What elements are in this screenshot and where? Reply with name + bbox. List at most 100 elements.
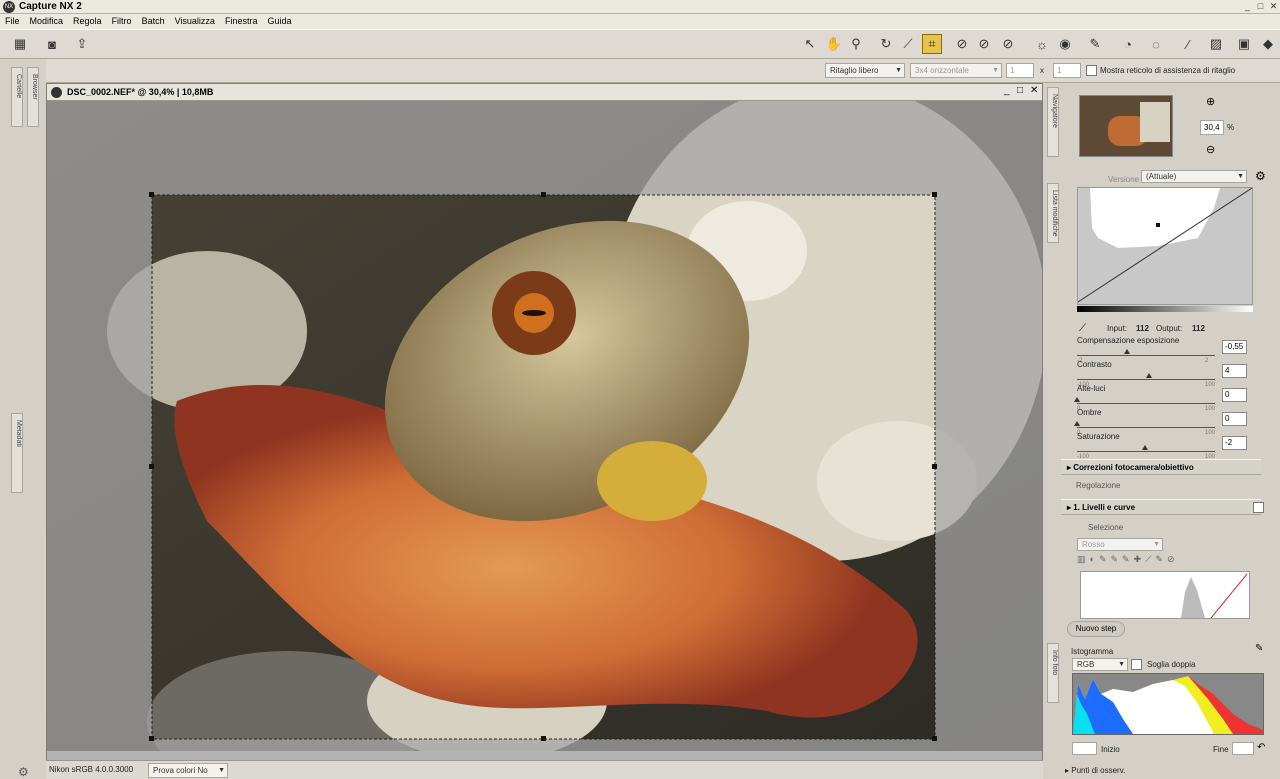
hand-tool-icon[interactable]: ✋ (824, 34, 844, 54)
crop-ratio-value: Ritaglio libero (830, 66, 879, 75)
lasso-icon[interactable]: ▣ (1234, 34, 1254, 54)
tab-info-foto[interactable]: Info foto (1047, 643, 1059, 703)
histogram-channel-select[interactable]: RGB ▼ (1072, 658, 1128, 671)
minimize-icon[interactable]: _ (1242, 1, 1253, 12)
livelli-section[interactable]: ▸ 1. Livelli e curve (1061, 499, 1261, 515)
neutral-point-icon[interactable]: ⊘ (974, 34, 994, 54)
crop-height-input[interactable]: 1 (1053, 63, 1081, 78)
slider-value-input[interactable]: -0,55 (1222, 340, 1247, 354)
straighten-tool-icon[interactable]: ⟋ (898, 34, 918, 54)
export-icon[interactable]: ⇪ (72, 34, 92, 54)
doc-maximize-icon[interactable]: □ (1017, 85, 1023, 96)
correzioni-section[interactable]: ▸ Correzioni fotocamera/obiettivo (1061, 459, 1261, 475)
fine-input[interactable] (1232, 742, 1254, 755)
levels-graph[interactable] (1080, 571, 1250, 619)
curve-tool-icon[interactable]: ⟋ (1079, 323, 1086, 334)
zoom-tool-icon[interactable]: ⚲ (846, 34, 866, 54)
livelli-enabled-checkbox[interactable] (1253, 502, 1264, 513)
slider-value-input[interactable]: 4 (1222, 364, 1247, 378)
levels-tool-icons[interactable]: ▥◐✎✎✎✚⟋✎⊘ (1077, 554, 1257, 568)
selection-brush-icon[interactable]: ◌ (1146, 34, 1166, 54)
title-bar: NX Capture NX 2 _ □ ✕ (0, 0, 1280, 14)
black-point-icon[interactable]: ⊘ (952, 34, 972, 54)
inizio-input[interactable] (1072, 742, 1097, 755)
eye-icon[interactable]: ◉ (1055, 34, 1075, 54)
arrow-tool-icon[interactable]: ↖ (800, 34, 820, 54)
gradient-icon[interactable]: ▨ (1206, 34, 1226, 54)
menu-finestra[interactable]: Finestra (220, 14, 263, 29)
zoom-out-icon[interactable]: ⊖ (1206, 143, 1215, 156)
zoom-input[interactable]: 30,4 (1200, 120, 1224, 135)
tab-metadati[interactable]: Metadati (11, 413, 23, 493)
channel-value: Rosso (1082, 540, 1105, 549)
slider-max: 100 (1205, 406, 1216, 412)
tab-cartelle[interactable]: Cartelle (11, 67, 23, 127)
tab-browser[interactable]: Browser (27, 67, 39, 127)
slider-label: Contrasto (1077, 360, 1112, 369)
slider-value-input[interactable]: -2 (1222, 436, 1247, 450)
menu-filtro[interactable]: Filtro (107, 14, 137, 29)
layout-icon[interactable]: ▦ (10, 34, 30, 54)
fill-icon[interactable]: ◆ (1258, 34, 1278, 54)
slider-value-input[interactable]: 0 (1222, 388, 1247, 402)
livelli-label: 1. Livelli e curve (1073, 503, 1136, 512)
slider-track[interactable] (1077, 355, 1215, 356)
proof-colors-select[interactable]: Prova colori No ▼ (148, 763, 228, 778)
camera-icon[interactable]: ◙ (42, 34, 62, 54)
close-icon[interactable]: ✕ (1268, 1, 1279, 12)
histogram-svg (1073, 676, 1263, 734)
soglia-checkbox[interactable] (1131, 659, 1142, 670)
slider-track[interactable] (1077, 379, 1215, 380)
nuovo-step-button[interactable]: Nuovo step (1067, 621, 1125, 637)
dimension-separator: x (1040, 66, 1044, 75)
slider-label: Compensazione esposizione (1077, 336, 1180, 345)
white-point-icon[interactable]: ⊘ (998, 34, 1018, 54)
slider-thumb[interactable] (1074, 397, 1080, 402)
image-canvas[interactable] (47, 101, 1042, 751)
slider-track[interactable] (1077, 403, 1215, 404)
version-label: Versione (1108, 175, 1140, 184)
red-eye-icon[interactable]: ☼ (1032, 34, 1052, 54)
maximize-icon[interactable]: □ (1255, 1, 1266, 12)
menu-guida[interactable]: Guida (262, 14, 296, 29)
crop-ratio-select[interactable]: Ritaglio libero ▼ (825, 63, 905, 78)
fine-label: Fine (1213, 745, 1229, 754)
brush-icon[interactable]: ⁄ (1178, 34, 1198, 54)
slider-thumb[interactable] (1141, 445, 1148, 450)
tab-lista-modifiche[interactable]: Lista modifiche (1047, 183, 1059, 243)
document-window: DSC_0002.NEF* @ 30,4% | 10,8MB _ □ ✕ (46, 83, 1043, 768)
crop-orientation-select[interactable]: 3x4 orizzontale ▼ (910, 63, 1002, 78)
main-toolbar: ▦ ◙ ⇪ ↖ ✋ ⚲ ↻ ⟋ ⌗ ⊘ ⊘ ⊘ ☼ ◉ ✎ ◔ ◌ ⁄ ▨ ▣ … (0, 29, 1280, 59)
slider-track[interactable] (1077, 427, 1215, 428)
menu-batch[interactable]: Batch (137, 14, 170, 29)
zoom-in-icon[interactable]: ⊕ (1206, 95, 1215, 108)
menu-visualizza[interactable]: Visualizza (170, 14, 220, 29)
curve-graph[interactable] (1077, 187, 1253, 305)
settings-gear-icon[interactable]: ⚙ (1255, 169, 1266, 183)
crop-width-input[interactable]: 1 (1006, 63, 1034, 78)
version-select[interactable]: (Attuale) ▼ (1141, 170, 1247, 183)
slider-thumb[interactable] (1145, 373, 1152, 378)
doc-minimize-icon[interactable]: _ (1004, 85, 1010, 96)
rotate-tool-icon[interactable]: ↻ (876, 34, 896, 54)
channel-select[interactable]: Rosso ▼ (1077, 538, 1163, 551)
navigator-thumbnail[interactable] (1079, 95, 1173, 157)
slider-thumb[interactable] (1074, 421, 1080, 426)
menu-modifica[interactable]: Modifica (25, 14, 69, 29)
grid-checkbox[interactable] (1086, 65, 1097, 76)
slider-thumb[interactable] (1123, 349, 1130, 354)
menu-regola[interactable]: Regola (68, 14, 107, 29)
auto-retouch-icon[interactable]: ✎ (1085, 34, 1105, 54)
settings-gear-icon[interactable]: ⚙ (18, 765, 29, 779)
reset-icon[interactable]: ↶ (1257, 742, 1265, 753)
eyedropper-icon[interactable]: ✎ (1255, 643, 1263, 654)
doc-close-icon[interactable]: ✕ (1030, 85, 1038, 96)
control-point-color-icon[interactable]: ◔ (1118, 34, 1138, 54)
tab-navigatore[interactable]: Navigatore (1047, 87, 1059, 157)
crop-orientation-value: 3x4 orizzontale (915, 66, 969, 75)
slider-value-input[interactable]: 0 (1222, 412, 1247, 426)
slider-track[interactable] (1077, 451, 1215, 452)
punti-label[interactable]: ▸ Punti di osserv. (1065, 766, 1125, 775)
menu-file[interactable]: File (0, 14, 25, 29)
crop-tool-icon[interactable]: ⌗ (922, 34, 942, 54)
